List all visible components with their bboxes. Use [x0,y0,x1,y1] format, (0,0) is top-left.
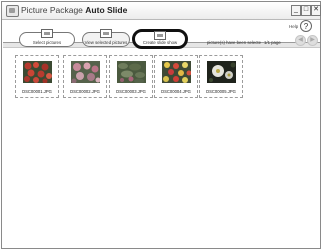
close-button[interactable]: ✕ [311,5,321,16]
app-icon [6,5,19,17]
thumbnail-filename: DSC00004.JPG [161,89,191,94]
tab-create-slide-show[interactable]: Create slide show [132,29,188,49]
selected-pictures-icon [100,29,112,38]
thumbnail[interactable]: DSC00001.JPG [15,55,59,98]
maximize-button[interactable]: □ [301,5,311,16]
title-bar[interactable]: Picture Package Auto Slide _ □ ✕ [2,2,321,20]
photo-dark-flowers [207,61,236,83]
tab-label: Create slide show [142,40,178,45]
thumbnail[interactable]: DSC00004.JPG [154,55,198,98]
title-bold: Auto Slide [85,5,128,15]
photo-green-foliage [117,61,146,83]
window-title: Picture Package Auto Slide [21,5,127,15]
selection-status: picture(s) have been selecte [207,40,261,45]
thumbnail[interactable]: DSC00005.JPG [199,55,243,98]
thumbnail[interactable]: DSC00002.JPG [63,55,107,98]
help-icon[interactable]: ? [300,20,312,32]
thumbnail-filename: DSC00003.JPG [116,89,146,94]
photo-pink-flowers [71,61,100,83]
thumbnail-filename: DSC00001.JPG [22,89,52,94]
page-indicator: 1/1 page [264,40,281,45]
tab-select-pictures[interactable]: Select pictures [19,29,75,47]
thumbnail-filename: DSC00002.JPG [70,89,100,94]
thumbnail-filename: DSC00005.JPG [206,89,236,94]
help-label: Help [289,24,299,29]
prev-page-button[interactable]: ◀ [295,35,306,46]
title-prefix: Picture Package [21,5,83,15]
tab-view-selected[interactable]: View selected pictures [82,29,130,47]
tab-label: Select pictures [32,40,62,45]
thumbnail-area: DSC00001.JPG DSC00002.JPG DSC00003.JPG D… [3,49,320,247]
slide-show-icon [154,31,166,40]
picture-select-icon [41,29,53,38]
next-page-button[interactable]: ▶ [307,35,318,46]
thumbnail[interactable]: DSC00003.JPG [109,55,153,98]
minimize-button[interactable]: _ [291,5,301,16]
app-window: Picture Package Auto Slide _ □ ✕ Help ? … [1,1,321,249]
tab-label: View selected pictures [84,40,128,45]
photo-red-flowers [23,61,52,83]
photo-flower-bed [162,61,191,83]
